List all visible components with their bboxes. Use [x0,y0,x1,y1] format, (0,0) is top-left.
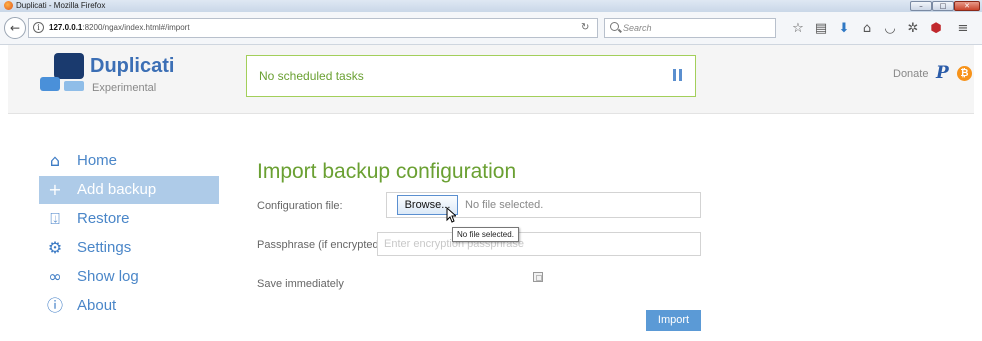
sidebar-item-label: Add backup [77,181,157,198]
sidebar-item-about[interactable]: ⓘ About [39,292,219,320]
donate-label: Donate [893,68,929,80]
window-title: Duplicati - Mozilla Firefox [16,1,106,10]
status-box: No scheduled tasks [246,55,696,97]
mouse-cursor-icon [446,207,456,223]
bitcoin-icon[interactable]: ₿ [957,66,972,81]
search-icon [610,22,619,31]
sidebar-item-home[interactable]: ⌂ Home [39,147,219,175]
search-placeholder: Search [623,23,652,33]
ublock-icon[interactable]: ⬢ [928,21,944,37]
sidebar-item-label: Settings [77,239,132,256]
passphrase-label: Passphrase (if encrypted) [257,239,383,251]
passphrase-field[interactable] [377,232,701,256]
info-icon: ⓘ [46,296,63,315]
save-immediately-label: Save immediately [257,278,344,290]
bookmark-star-icon[interactable]: ☆ [790,21,806,37]
sidebar-item-show-log[interactable]: ∞ Show log [39,263,219,291]
config-file-label: Configuration file: [257,200,343,212]
sidebar-item-label: Show log [77,268,139,285]
restore-icon: ⍗ [50,209,60,228]
config-file-input[interactable]: Browse... No file selected. [386,192,701,218]
reload-icon[interactable]: ↻ [581,21,589,35]
maximize-button[interactable]: □ [932,1,954,11]
sidebar-item-settings[interactable]: ⚙ Settings [39,234,219,262]
passphrase-input[interactable] [378,233,700,255]
plus-icon: + [48,180,62,199]
home-browser-icon[interactable]: ⌂ [859,21,875,37]
firefox-icon [4,1,13,10]
download-icon[interactable]: ⬇ [836,21,852,37]
sidebar-item-add-backup[interactable]: + Add backup [39,176,219,204]
sidebar-item-label: About [77,297,117,314]
search-bar[interactable]: Search [604,18,776,38]
back-button[interactable]: ← [4,17,26,39]
file-name-text: No file selected. [465,199,544,211]
browser-toolbar: ← i 127.0.0.1:8200/ngax/index.html#/impo… [0,12,982,45]
pocket-icon[interactable]: ◡ [882,21,898,37]
sidebar-item-restore[interactable]: ⍗ Restore [39,205,219,233]
page-title: Import backup configuration [257,160,517,183]
extension-icon[interactable]: ✲ [905,21,921,37]
menu-icon[interactable]: ≡ [955,21,971,37]
window-titlebar: Duplicati - Mozilla Firefox – □ ✕ [0,0,982,12]
url-text[interactable]: 127.0.0.1:8200/ngax/index.html#/import [49,19,190,37]
sidebar-item-label: Restore [77,210,130,227]
voicemail-icon: ∞ [48,267,62,286]
app-header: Duplicati Experimental No scheduled task… [8,45,974,114]
brand-subtitle: Experimental [92,82,157,94]
status-text: No scheduled tasks [259,69,364,83]
pause-icon[interactable] [673,69,683,81]
home-icon: ⌂ [49,151,61,170]
site-info-icon[interactable]: i [33,22,44,33]
reading-list-icon[interactable]: ▤ [813,21,829,37]
import-button[interactable]: Import [646,310,701,331]
brand-name[interactable]: Duplicati [90,55,174,77]
close-window-button[interactable]: ✕ [954,1,980,11]
save-immediately-checkbox[interactable] [533,272,543,282]
gear-icon: ⚙ [47,238,63,257]
url-bar[interactable]: i 127.0.0.1:8200/ngax/index.html#/import… [28,18,598,38]
duplicati-logo-icon[interactable] [40,53,84,97]
sidebar-item-label: Home [77,152,118,169]
paypal-icon[interactable]: P [936,63,952,83]
file-tooltip: No file selected. [452,227,519,242]
minimize-button[interactable]: – [910,1,932,11]
